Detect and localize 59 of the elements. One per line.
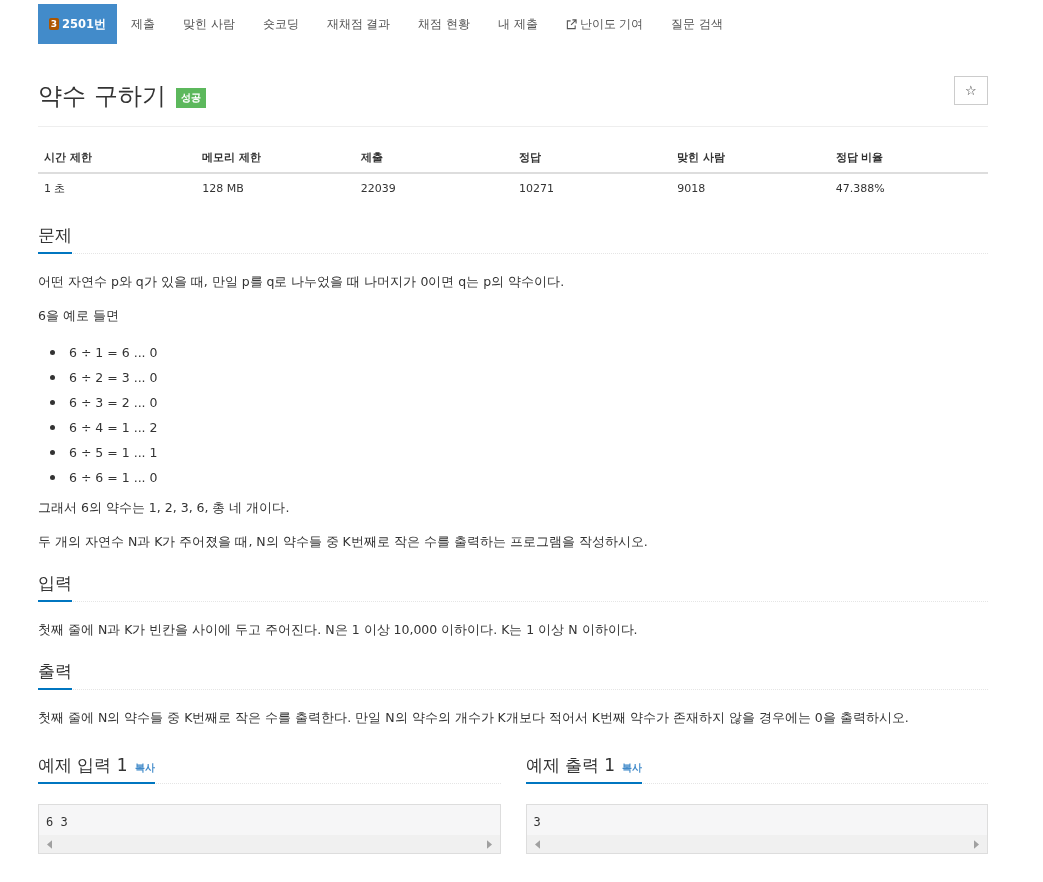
sample-code: 6 3 (45, 814, 69, 831)
bullet-icon (50, 475, 55, 480)
nav-tab[interactable]: 3 2501번 (38, 4, 117, 44)
nav-tab[interactable]: 제출 (117, 4, 169, 44)
table-cell: 10271 (513, 173, 672, 204)
bullet-icon (50, 350, 55, 355)
paragraph: 어떤 자연수 p와 q가 있을 때, 만일 p를 q로 나누었을 때 나머지가 0이면 q는 p의 약수이다. (38, 273, 566, 291)
list-item: 6 ÷ 1 = 6 ... 0 (69, 345, 158, 360)
table-cell: 1 초 (38, 173, 197, 204)
table-cell: 22039 (354, 173, 513, 204)
sample-heading: 예제 출력 1 (525, 754, 616, 777)
bullet-icon (50, 450, 55, 455)
horizontal-scrollbar[interactable] (39, 835, 500, 853)
scroll-left-icon[interactable] (534, 839, 540, 849)
problem-title: 약수 구하기 (38, 81, 166, 112)
bullet-icon (50, 400, 55, 405)
horizontal-scrollbar[interactable] (526, 835, 987, 853)
column-header: 시간 제한 (38, 143, 197, 173)
column-header: 메모리 제한 (196, 143, 355, 173)
column-header: 정답 비율 (829, 143, 988, 173)
nav-tab[interactable]: 내 제출 (484, 4, 552, 44)
list-item: 6 ÷ 4 = 1 ... 2 (69, 420, 158, 435)
table-cell: 47.388% (829, 173, 988, 204)
table-cell: 9018 (671, 173, 830, 204)
nav-tab[interactable]: 질문 검색 (657, 4, 737, 44)
section-heading: 출력 (38, 654, 72, 690)
column-header: 정답 (513, 143, 672, 173)
sample-code: 3 (532, 814, 542, 831)
list-item: 6 ÷ 3 = 2 ... 0 (69, 395, 158, 410)
sample-heading: 예제 입력 1 (38, 754, 128, 777)
star-button[interactable]: ☆ (954, 76, 988, 105)
list-item: 6 ÷ 6 = 1 ... 0 (69, 470, 158, 485)
copy-link[interactable]: 복사 (622, 761, 643, 775)
list-item: 6 ÷ 5 = 1 ... 1 (69, 445, 158, 460)
list-item: 6 ÷ 2 = 3 ... 0 (69, 370, 158, 385)
scroll-right-icon[interactable] (974, 839, 979, 849)
external-link-icon (565, 18, 577, 30)
tier-badge-icon: 3 (49, 18, 59, 30)
copy-link[interactable]: 복사 (134, 761, 155, 775)
paragraph: 첫째 줄에 N의 약수들 중 K번째로 작은 수를 출력한다. 만일 N의 약수의 개수가 K개보다 적어서 K번째 약수가 존재하지 않을 경우에는 0을 출력하시오. (38, 709, 910, 727)
bullet-icon (50, 425, 55, 430)
paragraph: 두 개의 자연수 N과 K가 주어졌을 때, N의 약수들 중 K번째로 작은 수를 출력하는 프로그램을 작성하시오. (38, 533, 649, 551)
nav-tab[interactable]: 난이도 기여 (551, 4, 658, 44)
bullet-icon (50, 375, 55, 380)
paragraph: 6을 예로 들면 (38, 307, 120, 325)
nav-tab[interactable]: 숏코딩 (248, 4, 313, 44)
status-badge: 성공 (175, 88, 206, 108)
nav-tab[interactable]: 재채점 결과 (312, 4, 405, 44)
section-heading: 문제 (38, 218, 72, 254)
paragraph: 그래서 6의 약수는 1, 2, 3, 6, 총 네 개이다. (38, 499, 291, 517)
table-cell: 128 MB (196, 173, 355, 204)
paragraph: 첫째 줄에 N과 K가 빈칸을 사이에 두고 주어진다. N은 1 이상 10,000 이하이다. K는 1 이상 N 이하이다. (38, 621, 639, 639)
scroll-right-icon[interactable] (486, 839, 492, 849)
nav-tab[interactable]: 맞힌 사람 (169, 4, 249, 44)
scroll-left-icon[interactable] (47, 839, 52, 849)
column-header: 맞힌 사람 (671, 143, 830, 173)
section-heading: 입력 (38, 566, 72, 602)
column-header: 제출 (354, 143, 513, 173)
nav-tab[interactable]: 채점 현황 (404, 4, 484, 44)
